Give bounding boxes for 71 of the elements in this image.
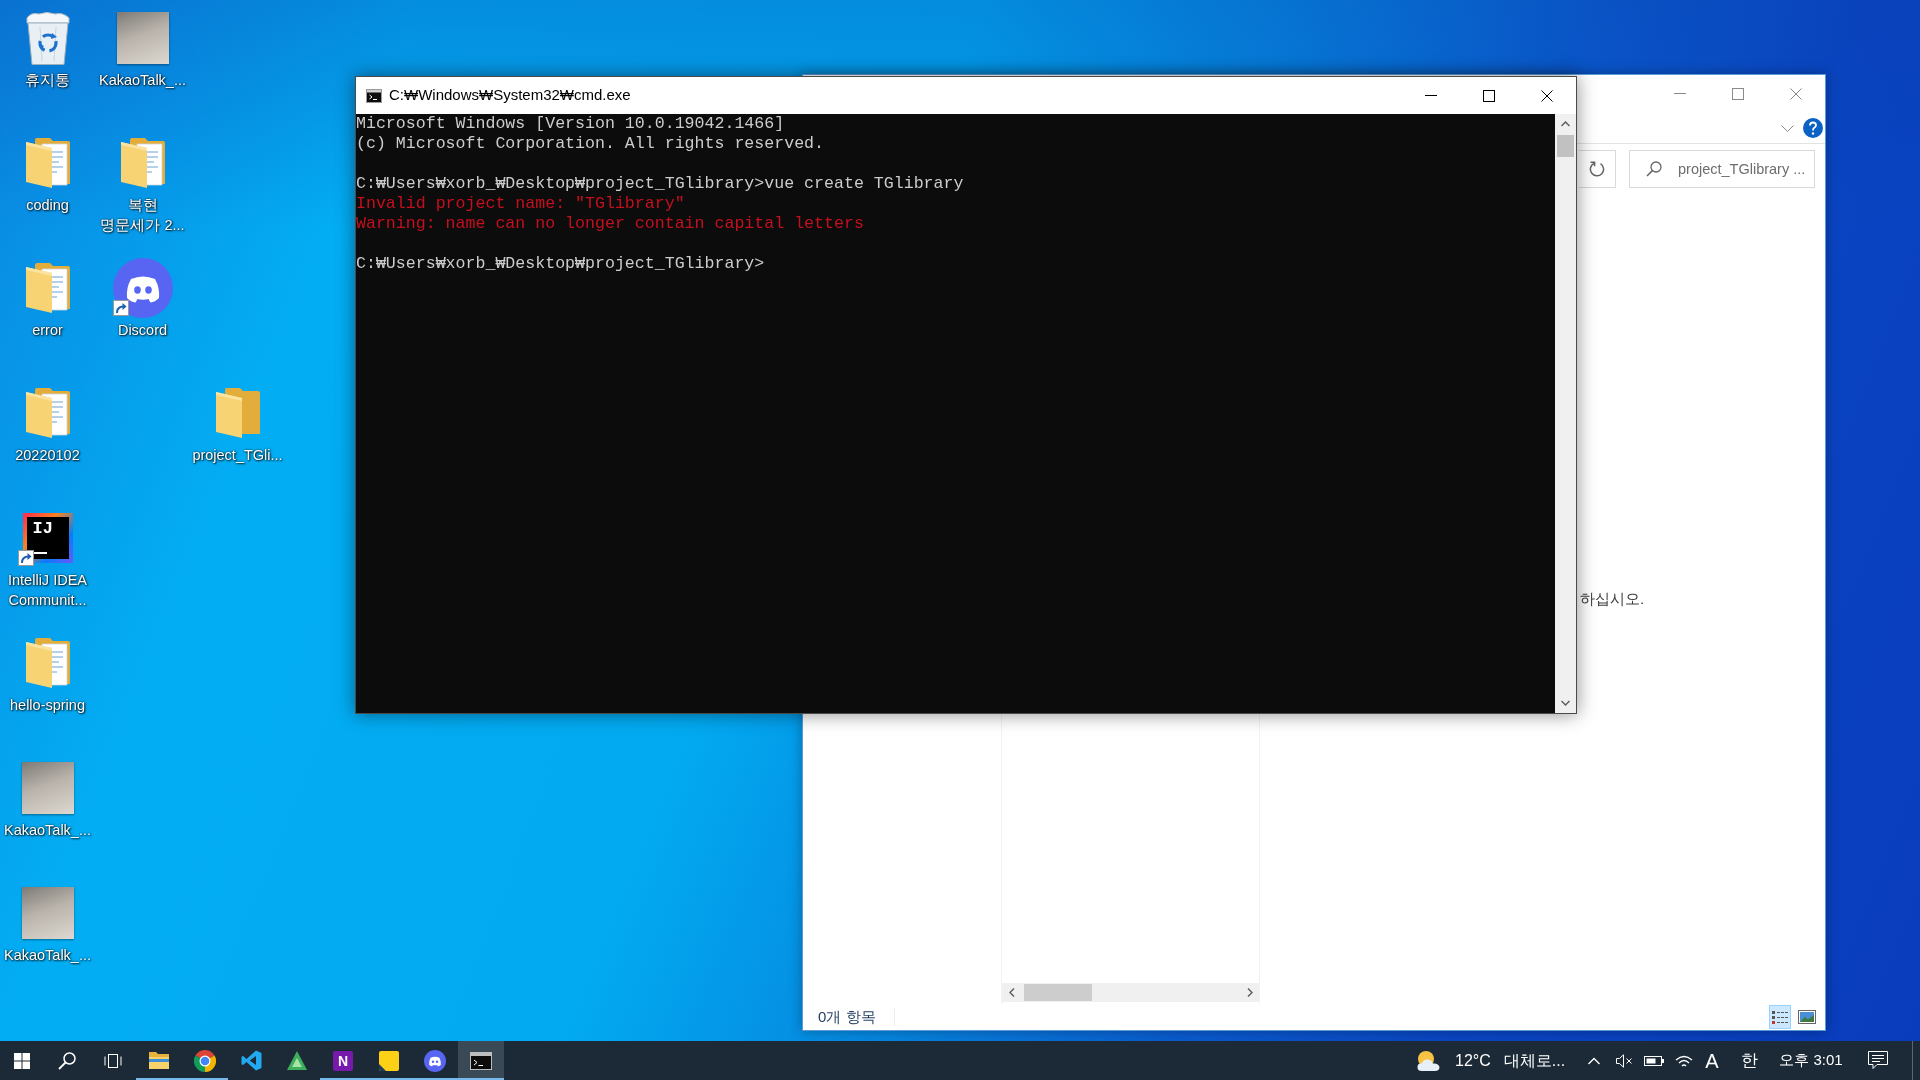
desktop-icon-label[interactable]: KakaoTalk_... xyxy=(3,945,92,965)
window-title: C:₩Windows₩System32₩cmd.exe xyxy=(389,85,631,106)
desktop-icon-label[interactable]: 복현 명문세가 2... xyxy=(100,195,185,235)
triangle-logo-icon xyxy=(287,1051,307,1070)
recycle-bin-icon[interactable] xyxy=(24,11,71,65)
desktop-icon-label[interactable]: IntelliJ IDEA Communit... xyxy=(8,570,87,610)
close-icon[interactable] xyxy=(1541,89,1553,102)
desktop-icon-label[interactable]: error xyxy=(32,320,63,340)
ime-mode-indicator[interactable]: 한 xyxy=(1732,1041,1766,1080)
muted-speaker-icon[interactable] xyxy=(1615,1053,1633,1068)
console-line: C:₩Users₩xorb_₩Desktop₩project_TGlibrary> xyxy=(356,254,765,274)
help-icon[interactable] xyxy=(1803,118,1823,138)
task-view-icon[interactable] xyxy=(104,1052,122,1069)
folder-icon[interactable] xyxy=(25,388,70,438)
clock[interactable]: 오후 3:01 xyxy=(1766,1041,1856,1080)
battery-icon[interactable] xyxy=(1644,1055,1664,1066)
desktop-icon-label[interactable]: 휴지통 xyxy=(25,70,70,90)
large-icons-view-icon xyxy=(1798,1010,1816,1024)
search-icon[interactable] xyxy=(58,1051,76,1070)
folder-icon[interactable] xyxy=(25,263,70,313)
desktop-icon-label[interactable]: KakaoTalk_... xyxy=(98,70,187,90)
refresh-icon xyxy=(1589,161,1605,177)
wifi-icon[interactable] xyxy=(1675,1053,1693,1068)
photo-thumbnail[interactable] xyxy=(116,12,169,64)
maximize-icon[interactable] xyxy=(1483,89,1495,102)
start-icon[interactable] xyxy=(14,1052,30,1069)
app-logo: N xyxy=(333,1050,353,1071)
caret-left-icon[interactable] xyxy=(1008,988,1015,997)
console-line: Warning: name can no longer contain capital letters xyxy=(356,214,864,234)
notification-icon[interactable] xyxy=(1868,1051,1888,1070)
folder-icon[interactable] xyxy=(120,138,165,188)
desktop-icon-label[interactable]: 20220102 xyxy=(15,445,80,465)
console-line: Microsoft Windows [Version 10.0.19042.1466] xyxy=(356,114,785,134)
view-button[interactable] xyxy=(1769,1005,1791,1029)
ribbon-logo-icon xyxy=(240,1050,262,1071)
console-line: (c) Microsoft Corporation. All rights reserved. xyxy=(356,134,825,154)
controller-logo-icon[interactable] xyxy=(112,258,173,318)
terminal-icon xyxy=(470,1051,492,1070)
photo-thumbnail[interactable] xyxy=(21,887,74,939)
controller-logo-icon xyxy=(424,1049,446,1072)
search-field[interactable]: project_TGlibrary ... xyxy=(1629,150,1815,188)
terminal-icon xyxy=(366,88,382,103)
refresh-button[interactable] xyxy=(1579,150,1616,188)
chevron-down-icon[interactable] xyxy=(1781,124,1794,132)
taskbar-button[interactable]: N xyxy=(320,1041,366,1080)
weather-condition[interactable]: 대체로... xyxy=(1503,1048,1566,1073)
temperature[interactable]: 12°C xyxy=(1455,1048,1491,1073)
photo-thumbnail[interactable] xyxy=(21,762,74,814)
console-line: C:₩Users₩xorb_₩Desktop₩project_TGlibrary>vue create TGlibrary xyxy=(356,174,964,194)
sticky-note-icon xyxy=(379,1050,399,1071)
caret-right-icon[interactable] xyxy=(1246,988,1253,997)
desktop-icon-label[interactable]: hello-spring xyxy=(10,695,85,715)
preview-message: 하십시오. xyxy=(1580,590,1645,607)
circle-logo-icon xyxy=(194,1049,216,1072)
scrollbar-thumb[interactable] xyxy=(1557,135,1574,157)
desktop-icon-label[interactable]: project_TGli... xyxy=(192,445,283,465)
search-icon xyxy=(1646,161,1662,177)
sun-cloud-icon[interactable] xyxy=(1416,1050,1440,1071)
caret-down-icon[interactable] xyxy=(1561,700,1570,706)
folder-icon[interactable] xyxy=(25,138,70,188)
console-line: Invalid project name: "TGlibrary" xyxy=(356,194,685,214)
folder-icon xyxy=(148,1051,170,1070)
input-mode-indicator[interactable]: A xyxy=(1699,1041,1725,1080)
folder-icon[interactable] xyxy=(25,638,70,688)
item-count: 0개 항목 xyxy=(818,1006,876,1027)
details-view-icon xyxy=(1772,1010,1788,1024)
desktop-icon-label[interactable]: KakaoTalk_... xyxy=(3,820,92,840)
taskbar-button[interactable] xyxy=(458,1041,504,1080)
desktop-icon-label[interactable]: Discord xyxy=(117,320,168,340)
desktop-icon-label[interactable]: coding xyxy=(26,195,69,215)
scrollbar-thumb[interactable] xyxy=(1024,984,1092,1001)
